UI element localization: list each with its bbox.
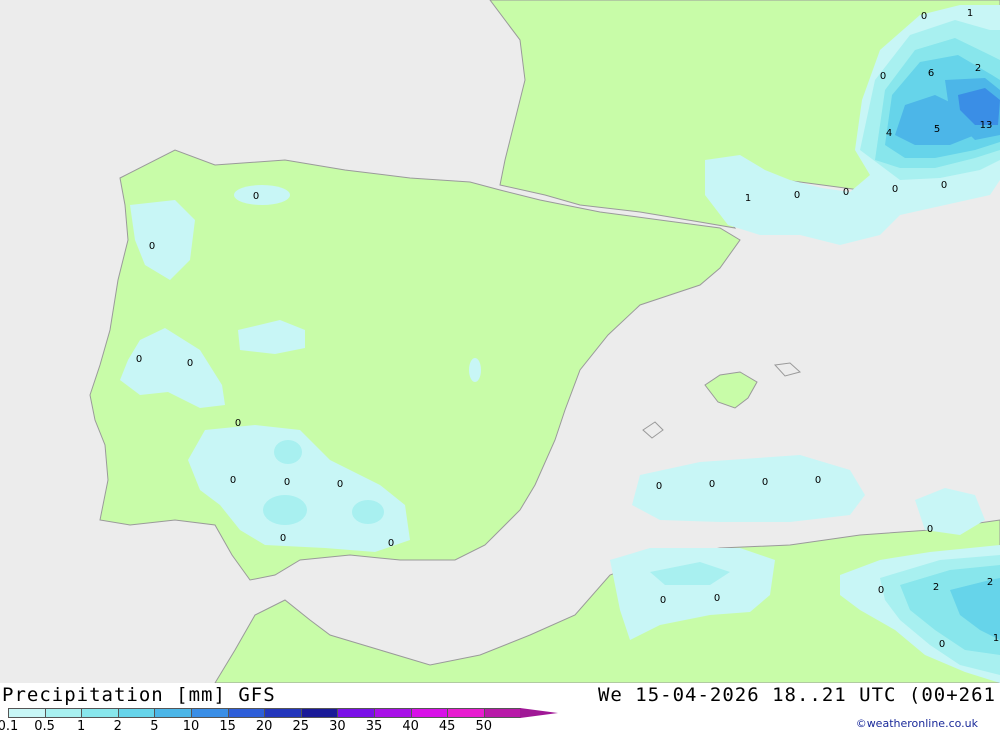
map-label: 0 (794, 190, 800, 201)
legend-arrow (520, 708, 559, 718)
map-footer: Precipitation [mm] GFS We 15-04-2026 18.… (0, 683, 1000, 734)
map-label: 0 (878, 585, 884, 596)
legend-label: 15 (219, 719, 236, 734)
legend-swatch (117, 708, 156, 718)
map-label: 0 (843, 187, 849, 198)
legend-swatch (410, 708, 449, 718)
map-label: 0 (388, 538, 394, 549)
legend-swatch (8, 708, 46, 718)
map-label: 0 (280, 533, 286, 544)
map-label: 0 (284, 477, 290, 488)
legend-swatch (154, 708, 192, 718)
legend-swatch (337, 708, 375, 718)
legend-label: 10 (182, 719, 200, 734)
map-label: 13 (980, 120, 993, 131)
legend-swatch (264, 708, 302, 718)
legend-swatch (374, 708, 412, 718)
map-label: 0 (815, 475, 821, 486)
map-label: 4 (886, 128, 892, 139)
legend-label: 50 (475, 719, 493, 734)
map-label: 0 (921, 11, 927, 22)
map-title: Precipitation [mm] GFS (2, 684, 276, 706)
legend-swatch (447, 708, 485, 718)
legend-label: 0.5 (34, 719, 55, 734)
forecast-run-time: We 15-04-2026 18..21 UTC (00+261 (597, 684, 996, 706)
map-label: 0 (939, 639, 945, 650)
map-label: 1 (745, 193, 751, 204)
map-label: 6 (928, 68, 934, 79)
map-label: 5 (934, 124, 940, 135)
map-label: 0 (714, 593, 720, 604)
map-label: 0 (230, 475, 236, 486)
map-label: 0 (337, 479, 343, 490)
legend-swatch (191, 708, 229, 718)
legend-labels: 0.1 0.5 1 2 5 10 15 20 25 30 35 40 45 50 (0, 719, 530, 734)
map-canvas: 1 0 6 2 0 13 4 5 0 1 0 0 0 0 0 0 0 0 0 0… (89, 0, 1000, 683)
map-label: 0 (709, 479, 715, 490)
map-label: 2 (933, 582, 939, 593)
credit-link[interactable]: ©weatheronline.co.uk (856, 717, 978, 730)
map-label: 0 (253, 191, 259, 202)
menorca-land (773, 362, 802, 377)
legend-swatch (81, 708, 119, 718)
legend-swatch (44, 708, 83, 718)
mallorca-land (704, 371, 758, 409)
legend-label: 45 (438, 719, 456, 734)
map-label: 0 (927, 524, 933, 535)
map-label: 0 (892, 184, 898, 195)
map-label: 0 (149, 241, 155, 252)
legend-swatch (300, 708, 339, 718)
map-label: 1 (967, 8, 973, 19)
legend-label: 1 (77, 719, 86, 734)
legend-swatch (227, 708, 266, 718)
map-label: 0 (656, 481, 662, 492)
legend-swatch (483, 708, 522, 718)
legend-label: 30 (329, 719, 346, 734)
ibiza-land (642, 421, 664, 439)
map-label: 0 (235, 418, 241, 429)
map-label: 1 (993, 633, 999, 644)
legend-label: 0.1 (0, 719, 19, 734)
map-label: 2 (987, 577, 993, 588)
map-label: 0 (762, 477, 768, 488)
map-label: 2 (975, 63, 981, 74)
legend-label: 40 (402, 719, 419, 734)
map-label: 0 (660, 595, 666, 606)
map-label: 0 (136, 354, 142, 365)
legend-label: 25 (292, 719, 310, 734)
map-label: 0 (880, 71, 886, 82)
legend-label: 5 (150, 719, 159, 734)
map-label: 0 (187, 358, 193, 369)
legend-label: 35 (365, 719, 383, 734)
precipitation-map[interactable]: 1 0 6 2 0 13 4 5 0 1 0 0 0 0 0 0 0 0 0 0… (0, 0, 1000, 683)
map-label: 0 (941, 180, 947, 191)
legend-label: 2 (113, 719, 122, 734)
legend-label: 20 (255, 719, 273, 734)
